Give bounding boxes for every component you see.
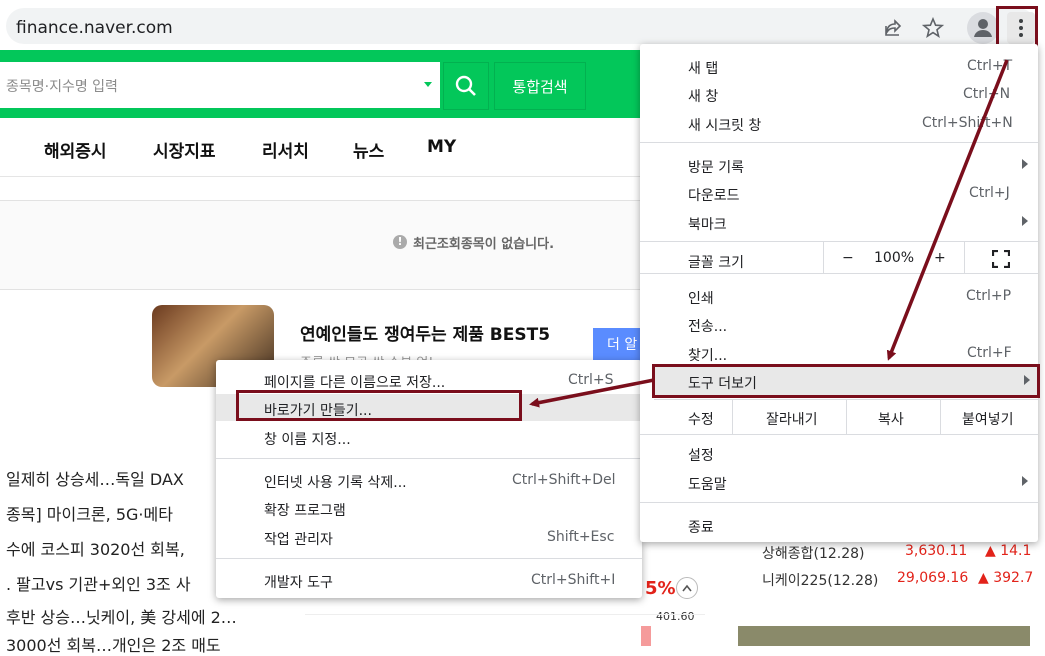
- annotation-arrows: [529, 59, 1009, 408]
- arrow-to-create-shortcut: [529, 378, 655, 408]
- arrow-to-more-tools: [886, 59, 1009, 361]
